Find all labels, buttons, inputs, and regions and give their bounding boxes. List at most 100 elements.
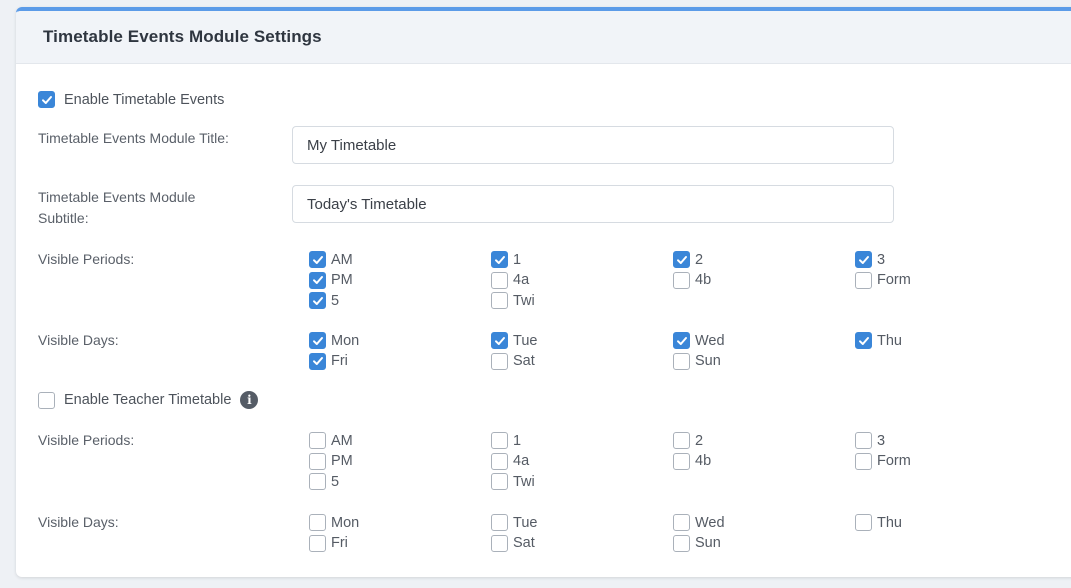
enable-timetable-events-row[interactable]: Enable Timetable Events	[38, 91, 224, 108]
settings-card: Timetable Events Module Settings Enable …	[16, 7, 1071, 577]
teacher-days-checkbox-sun[interactable]	[673, 534, 690, 552]
student-days-option-thu[interactable]: Thu	[855, 332, 902, 349]
student-periods-checkbox-form[interactable]	[855, 271, 872, 289]
student-days-checkbox-wed[interactable]	[673, 332, 690, 349]
student-days-checkbox-tue[interactable]	[491, 332, 508, 349]
enable-timetable-events-label: Enable Timetable Events	[64, 91, 225, 108]
student-periods-checkbox-1[interactable]	[491, 251, 508, 268]
teacher-periods-checkbox-pm[interactable]	[309, 452, 326, 470]
teacher-periods-checkbox-4a[interactable]	[491, 452, 508, 470]
teacher-days-label-wed: Wed	[695, 514, 725, 531]
student-days-checkbox-thu[interactable]	[855, 332, 872, 349]
teacher-periods-option-1[interactable]: 1	[491, 432, 521, 449]
student-periods-option-1[interactable]: 1	[491, 251, 521, 268]
teacher-periods-label-twi: Twi	[513, 473, 535, 490]
student-days-label-tue: Tue	[513, 332, 538, 349]
student-days-checkbox-mon[interactable]	[309, 332, 326, 349]
student-days-option-fri[interactable]: Fri	[309, 352, 348, 370]
teacher-days-option-sun[interactable]: Sun	[673, 534, 721, 552]
info-icon[interactable]: i	[240, 391, 259, 409]
teacher-days-label-fri: Fri	[331, 535, 348, 551]
teacher-periods-checkbox-4b[interactable]	[673, 452, 690, 470]
teacher-periods-checkbox-3[interactable]	[855, 432, 872, 449]
student-periods-checkbox-5[interactable]	[309, 292, 326, 309]
teacher-periods-checkbox-am[interactable]	[309, 432, 326, 449]
student-periods-checkbox-am[interactable]	[309, 251, 326, 268]
student-days-label-fri: Fri	[331, 353, 348, 369]
teacher-days-option-mon[interactable]: Mon	[309, 514, 359, 531]
teacher-days-checkbox-fri[interactable]	[309, 534, 326, 552]
student-periods-checkbox-pm[interactable]	[309, 271, 326, 289]
teacher-periods-option-4b[interactable]: 4b	[673, 452, 712, 470]
student-periods-option-4b[interactable]: 4b	[673, 271, 711, 289]
teacher-periods-option-pm[interactable]: PM	[309, 452, 353, 470]
teacher-periods-option-5[interactable]: 5	[309, 473, 339, 490]
teacher-periods-option-twi[interactable]: Twi	[491, 473, 535, 490]
student-days-checkbox-sun[interactable]	[673, 352, 690, 370]
student-days-checkbox-sat[interactable]	[491, 352, 508, 370]
visible-periods-label: Visible Periods:	[38, 251, 135, 267]
student-periods-checkbox-4b[interactable]	[673, 271, 690, 289]
student-periods-checkbox-twi[interactable]	[491, 292, 508, 309]
student-days-option-mon[interactable]: Mon	[309, 332, 359, 349]
module-subtitle-label: Timetable Events Module Subtitle:	[38, 187, 195, 229]
student-periods-label-4a: 4a	[513, 272, 530, 288]
teacher-periods-label-4a: 4a	[513, 453, 530, 469]
teacher-periods-option-4a[interactable]: 4a	[491, 452, 530, 470]
module-subtitle-input[interactable]	[292, 185, 894, 223]
student-days-option-tue[interactable]: Tue	[491, 332, 537, 349]
student-periods-checkbox-4a[interactable]	[491, 271, 508, 289]
teacher-days-label-sat: Sat	[513, 535, 535, 551]
student-periods-option-2[interactable]: 2	[673, 251, 703, 268]
teacher-days-checkbox-wed[interactable]	[673, 514, 690, 531]
student-periods-option-5[interactable]: 5	[309, 292, 339, 309]
student-periods-label-form: Form	[877, 272, 911, 288]
teacher-periods-checkbox-twi[interactable]	[491, 473, 508, 490]
student-periods-option-am[interactable]: AM	[309, 251, 353, 268]
teacher-days-label-tue: Tue	[513, 514, 538, 531]
enable-teacher-timetable-row[interactable]: Enable Teacher Timetable i	[38, 391, 259, 409]
teacher-periods-option-3[interactable]: 3	[855, 432, 885, 449]
student-periods-option-4a[interactable]: 4a	[491, 271, 530, 289]
module-subtitle-label-line1: Timetable Events Module	[38, 189, 196, 205]
teacher-days-checkbox-tue[interactable]	[491, 514, 508, 531]
student-days-option-sun[interactable]: Sun	[673, 352, 721, 370]
teacher-periods-checkbox-form[interactable]	[855, 452, 872, 470]
teacher-periods-checkbox-2[interactable]	[673, 432, 690, 449]
student-periods-option-form[interactable]: Form	[855, 271, 911, 289]
student-days-label-mon: Mon	[331, 332, 360, 349]
student-periods-label-1: 1	[513, 251, 522, 268]
student-periods-option-3[interactable]: 3	[855, 251, 885, 268]
module-title-input[interactable]	[292, 126, 894, 164]
teacher-visible-periods-label: Visible Periods:	[38, 432, 135, 448]
teacher-days-checkbox-thu[interactable]	[855, 514, 872, 531]
teacher-days-option-sat[interactable]: Sat	[491, 534, 535, 552]
teacher-periods-option-am[interactable]: AM	[309, 432, 353, 449]
student-periods-option-twi[interactable]: Twi	[491, 292, 535, 309]
teacher-days-checkbox-mon[interactable]	[309, 514, 326, 531]
teacher-days-option-wed[interactable]: Wed	[673, 514, 725, 531]
student-days-option-sat[interactable]: Sat	[491, 352, 535, 370]
teacher-days-option-thu[interactable]: Thu	[855, 514, 902, 531]
enable-timetable-events-checkbox[interactable]	[38, 91, 55, 108]
module-title-label: Timetable Events Module Title:	[38, 130, 229, 146]
teacher-periods-label-am: AM	[331, 432, 353, 449]
student-days-checkbox-fri[interactable]	[309, 352, 326, 370]
page-title: Timetable Events Module Settings	[43, 27, 322, 46]
teacher-days-checkbox-sat[interactable]	[491, 534, 508, 552]
student-periods-checkbox-3[interactable]	[855, 251, 872, 268]
student-days-option-wed[interactable]: Wed	[673, 332, 725, 349]
teacher-periods-checkbox-5[interactable]	[309, 473, 326, 490]
student-periods-option-pm[interactable]: PM	[309, 271, 353, 289]
teacher-periods-label-1: 1	[513, 432, 522, 449]
enable-teacher-timetable-checkbox[interactable]	[38, 391, 55, 409]
teacher-periods-option-form[interactable]: Form	[855, 452, 911, 470]
teacher-periods-label-4b: 4b	[695, 453, 712, 469]
teacher-periods-option-2[interactable]: 2	[673, 432, 703, 449]
teacher-periods-checkbox-1[interactable]	[491, 432, 508, 449]
student-periods-checkbox-2[interactable]	[673, 251, 690, 268]
teacher-days-label-sun: Sun	[695, 535, 721, 551]
teacher-days-option-tue[interactable]: Tue	[491, 514, 537, 531]
student-days-label-sun: Sun	[695, 353, 721, 369]
teacher-days-option-fri[interactable]: Fri	[309, 534, 348, 552]
